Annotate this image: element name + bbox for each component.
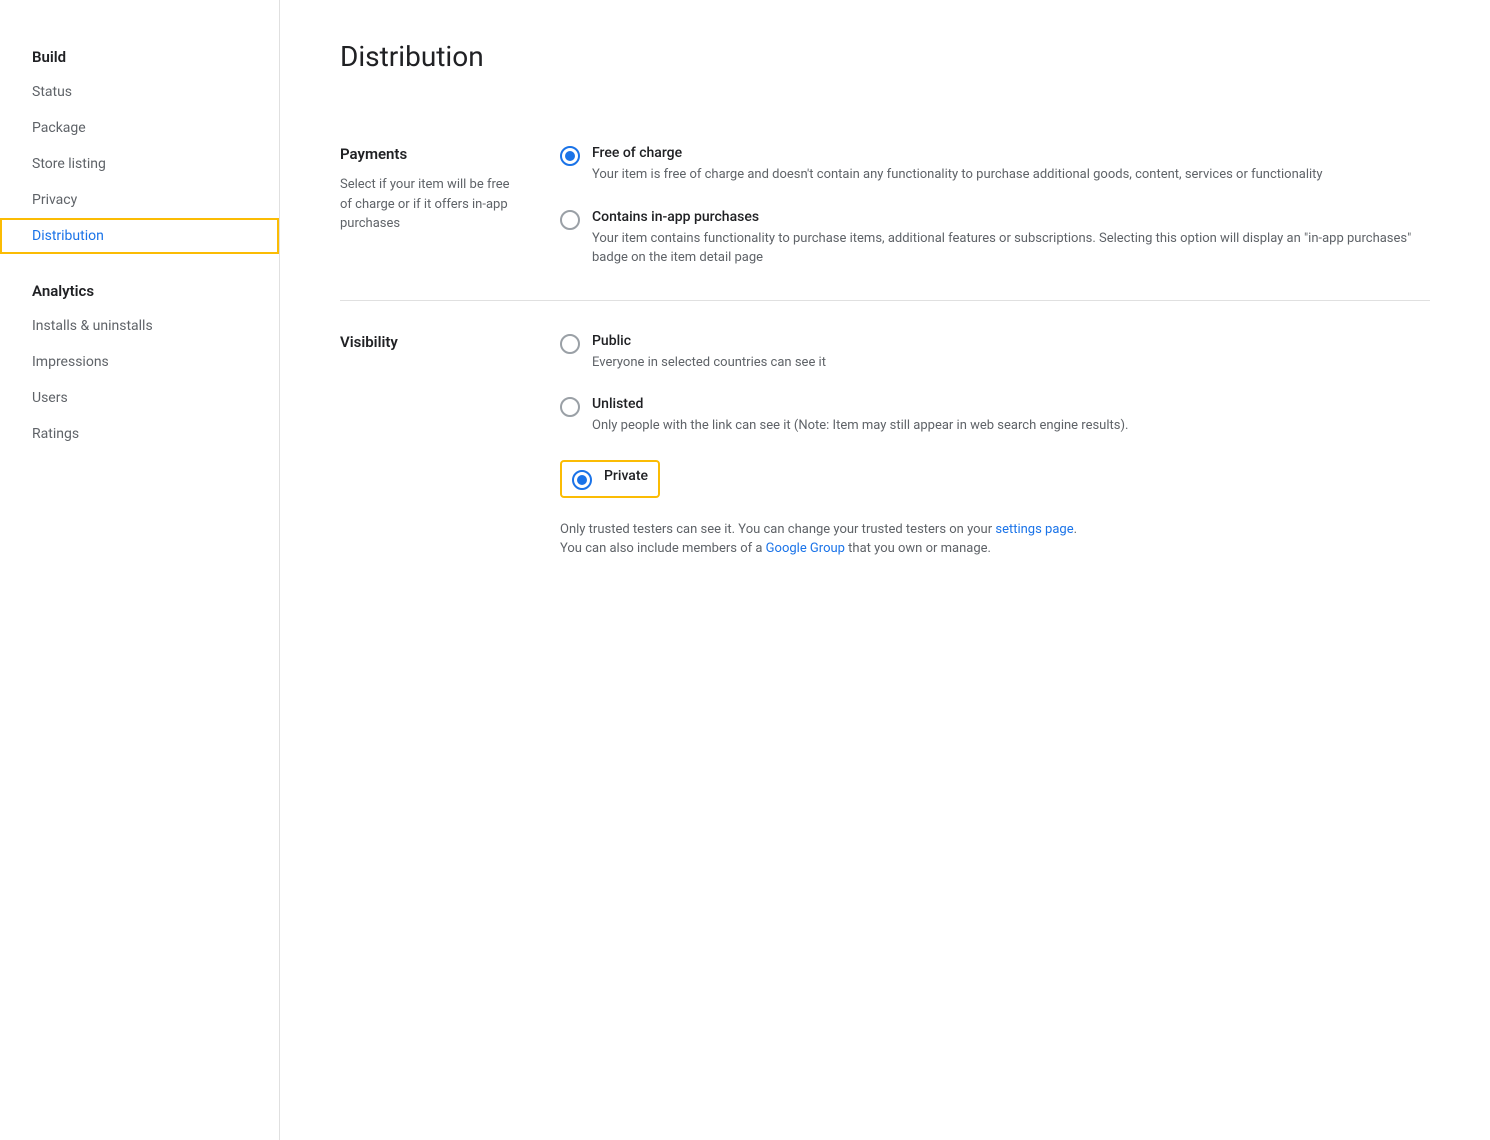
payments-content: Free of charge Your item is free of char… bbox=[560, 145, 1430, 268]
payments-section: Payments Select if your item will be fre… bbox=[340, 113, 1430, 301]
sidebar-item-users[interactable]: Users bbox=[0, 380, 279, 416]
sidebar-item-status[interactable]: Status bbox=[0, 74, 279, 110]
radio-public-btn[interactable] bbox=[560, 334, 580, 354]
page-title: Distribution bbox=[340, 40, 1430, 73]
payments-label: Payments bbox=[340, 145, 520, 163]
visibility-section: Visibility Public Everyone in selected c… bbox=[340, 301, 1430, 591]
radio-private-desc-end: that you own or manage. bbox=[845, 541, 991, 556]
radio-private-desc: Only trusted testers can see it. You can… bbox=[560, 520, 1430, 559]
radio-free-btn[interactable] bbox=[560, 146, 580, 166]
sidebar-item-impressions[interactable]: Impressions bbox=[0, 344, 279, 380]
radio-unlisted-label: Unlisted bbox=[592, 396, 1430, 412]
payments-description: Select if your item will be free of char… bbox=[340, 175, 520, 234]
radio-private-btn[interactable] bbox=[572, 470, 592, 490]
sidebar: Build Status Package Store listing Priva… bbox=[0, 0, 280, 1140]
sidebar-item-ratings[interactable]: Ratings bbox=[0, 416, 279, 452]
radio-public-label: Public bbox=[592, 333, 1430, 349]
radio-inapp-label: Contains in-app purchases bbox=[592, 209, 1430, 225]
radio-private-desc-before: Only trusted testers can see it. You can… bbox=[560, 522, 995, 537]
radio-free-desc: Your item is free of charge and doesn't … bbox=[592, 165, 1430, 185]
payments-label-col: Payments Select if your item will be fre… bbox=[340, 145, 520, 268]
sidebar-item-installs[interactable]: Installs & uninstalls bbox=[0, 308, 279, 344]
radio-free[interactable]: Free of charge Your item is free of char… bbox=[560, 145, 1430, 185]
sidebar-analytics-title: Analytics bbox=[0, 274, 279, 308]
radio-free-label: Free of charge bbox=[592, 145, 1430, 161]
main-content: Distribution Payments Select if your ite… bbox=[280, 0, 1490, 1140]
visibility-label: Visibility bbox=[340, 333, 520, 351]
radio-private-highlighted[interactable]: Private bbox=[560, 460, 660, 498]
settings-page-link[interactable]: settings page bbox=[995, 522, 1073, 537]
visibility-content: Public Everyone in selected countries ca… bbox=[560, 333, 1430, 559]
radio-public[interactable]: Public Everyone in selected countries ca… bbox=[560, 333, 1430, 373]
radio-private-wrapper: Private Only trusted testers can see it.… bbox=[560, 460, 1430, 559]
radio-public-desc: Everyone in selected countries can see i… bbox=[592, 353, 1430, 373]
visibility-label-col: Visibility bbox=[340, 333, 520, 559]
radio-private-label: Private bbox=[604, 468, 648, 484]
radio-unlisted[interactable]: Unlisted Only people with the link can s… bbox=[560, 396, 1430, 436]
radio-unlisted-desc: Only people with the link can see it (No… bbox=[592, 416, 1430, 436]
google-group-link[interactable]: Google Group bbox=[766, 541, 845, 556]
sidebar-item-privacy[interactable]: Privacy bbox=[0, 182, 279, 218]
radio-inapp-desc: Your item contains functionality to purc… bbox=[592, 229, 1430, 268]
sidebar-item-package[interactable]: Package bbox=[0, 110, 279, 146]
radio-inapp[interactable]: Contains in-app purchases Your item cont… bbox=[560, 209, 1430, 268]
sidebar-item-distribution[interactable]: Distribution bbox=[0, 218, 279, 254]
sidebar-build-title: Build bbox=[0, 40, 279, 74]
radio-inapp-btn[interactable] bbox=[560, 210, 580, 230]
sidebar-item-store-listing[interactable]: Store listing bbox=[0, 146, 279, 182]
radio-unlisted-btn[interactable] bbox=[560, 397, 580, 417]
